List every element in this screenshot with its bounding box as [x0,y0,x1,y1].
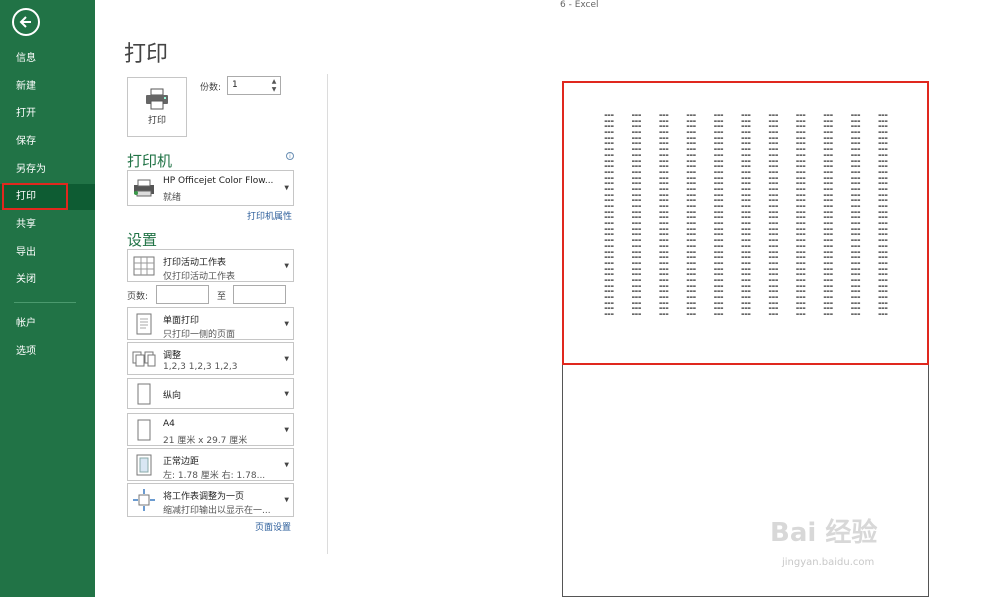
scope-sub: 仅打印活动工作表 [163,272,236,282]
nav-close[interactable]: 关闭 [0,267,95,293]
printer-device-icon [134,179,154,197]
scope-title: 打印活动工作表 [163,258,227,268]
paper-sub: 21 厘米 x 29.7 厘米 [163,436,248,446]
margins-sub: 左: 1.78 厘米 右: 1.78... [163,471,266,481]
copies-input[interactable]: 1 ▲ ▼ [227,76,281,95]
margins-title: 正常边距 [163,457,200,467]
excel-backstage-print: { "window": { "title": "6 - Excel" }, "n… [0,0,1000,597]
orientation-dropdown[interactable]: 纵向 ▼ [127,378,294,409]
copies-down-icon[interactable]: ▼ [270,86,278,94]
preview-highlight-box [562,81,929,365]
chevron-down-icon: ▼ [284,461,289,468]
worksheet-grid-icon [133,256,155,275]
paper-size-dropdown[interactable]: A4 21 厘米 x 29.7 厘米 ▼ [127,413,294,446]
nav-new[interactable]: 新建 [0,74,95,100]
pages-to-label: 至 [217,292,227,302]
baidu-watermark-url: jingyan.baidu.com [782,557,875,568]
scaling-title: 将工作表调整为一页 [163,492,245,502]
chevron-down-icon: ▼ [284,320,289,327]
nav-account[interactable]: 帐户 [0,311,95,337]
page-title: 打印 [124,42,169,67]
paper-icon [137,419,151,440]
collate-sub: 1,2,3 1,2,3 1,2,3 [163,362,238,372]
pages-label: 页数: [127,292,149,302]
nav-save[interactable]: 保存 [0,129,95,155]
nav-save-as[interactable]: 另存为 [0,157,95,183]
collate-dropdown[interactable]: 调整 1,2,3 1,2,3 1,2,3 ▼ [127,342,294,375]
window-title: 6 - Excel [560,0,599,10]
settings-heading: 设置 [127,231,158,249]
chevron-down-icon: ▼ [284,262,289,269]
copies-value: 1 [232,80,238,90]
sides-dropdown[interactable]: 单面打印 只打印一侧的页面 ▼ [127,307,294,340]
printer-icon [146,88,168,110]
page-setup-link[interactable]: 页面设置 [255,520,291,533]
print-button[interactable]: 打印 [127,77,187,137]
info-icon[interactable]: i [286,152,294,160]
copies-label: 份数: [200,83,222,93]
fit-to-page-icon [133,489,155,511]
sides-title: 单面打印 [163,316,200,326]
chevron-down-icon: ▼ [284,390,289,397]
sides-sub: 只打印一侧的页面 [163,330,236,340]
nav-export[interactable]: 导出 [0,240,95,266]
collate-title: 调整 [163,351,182,361]
chevron-down-icon: ▼ [284,426,289,433]
portrait-icon [137,383,151,404]
printer-properties-link[interactable]: 打印机属性 [247,209,292,222]
print-button-label: 打印 [147,116,166,126]
print-highlight-box [2,183,68,210]
baidu-watermark: Bai 经验 [770,518,878,548]
print-scope-dropdown[interactable]: 打印活动工作表 仅打印活动工作表 ▼ [127,249,294,282]
paper-title: A4 [163,419,175,429]
chevron-down-icon: ▼ [284,355,289,362]
pages-from-input[interactable] [156,285,209,304]
margins-dropdown[interactable]: 正常边距 左: 1.78 厘米 右: 1.78... ▼ [127,448,294,481]
chevron-down-icon: ▼ [284,184,289,192]
panel-divider [327,74,328,554]
copies-up-icon[interactable]: ▲ [270,78,278,86]
printer-name: HP Officejet Color Flow... [163,176,274,186]
pages-to-input[interactable] [233,285,286,304]
nav-divider [14,302,76,303]
nav-options[interactable]: 选项 [0,339,95,365]
back-arrow-icon [19,16,31,28]
scaling-dropdown[interactable]: 将工作表调整为一页 缩减打印输出以显示在一... ▼ [127,483,294,517]
nav-info[interactable]: 信息 [0,46,95,72]
printer-heading: 打印机 [127,152,173,170]
back-button[interactable] [12,8,40,36]
orientation-title: 纵向 [163,391,182,401]
collate-icon [132,351,156,366]
nav-share[interactable]: 共享 [0,212,95,238]
printer-status: 就绪 [163,193,182,203]
single-sided-icon [136,313,152,334]
nav-open[interactable]: 打开 [0,101,95,127]
chevron-down-icon: ▼ [284,496,289,504]
margins-icon [136,454,152,475]
backstage-nav: 信息 新建 打开 保存 另存为 打印 共享 导出 关闭 帐户 选项 [0,0,95,597]
scaling-sub: 缩减打印输出以显示在一... [163,506,271,516]
printer-dropdown[interactable]: HP Officejet Color Flow... 就绪 ▼ [127,170,294,206]
